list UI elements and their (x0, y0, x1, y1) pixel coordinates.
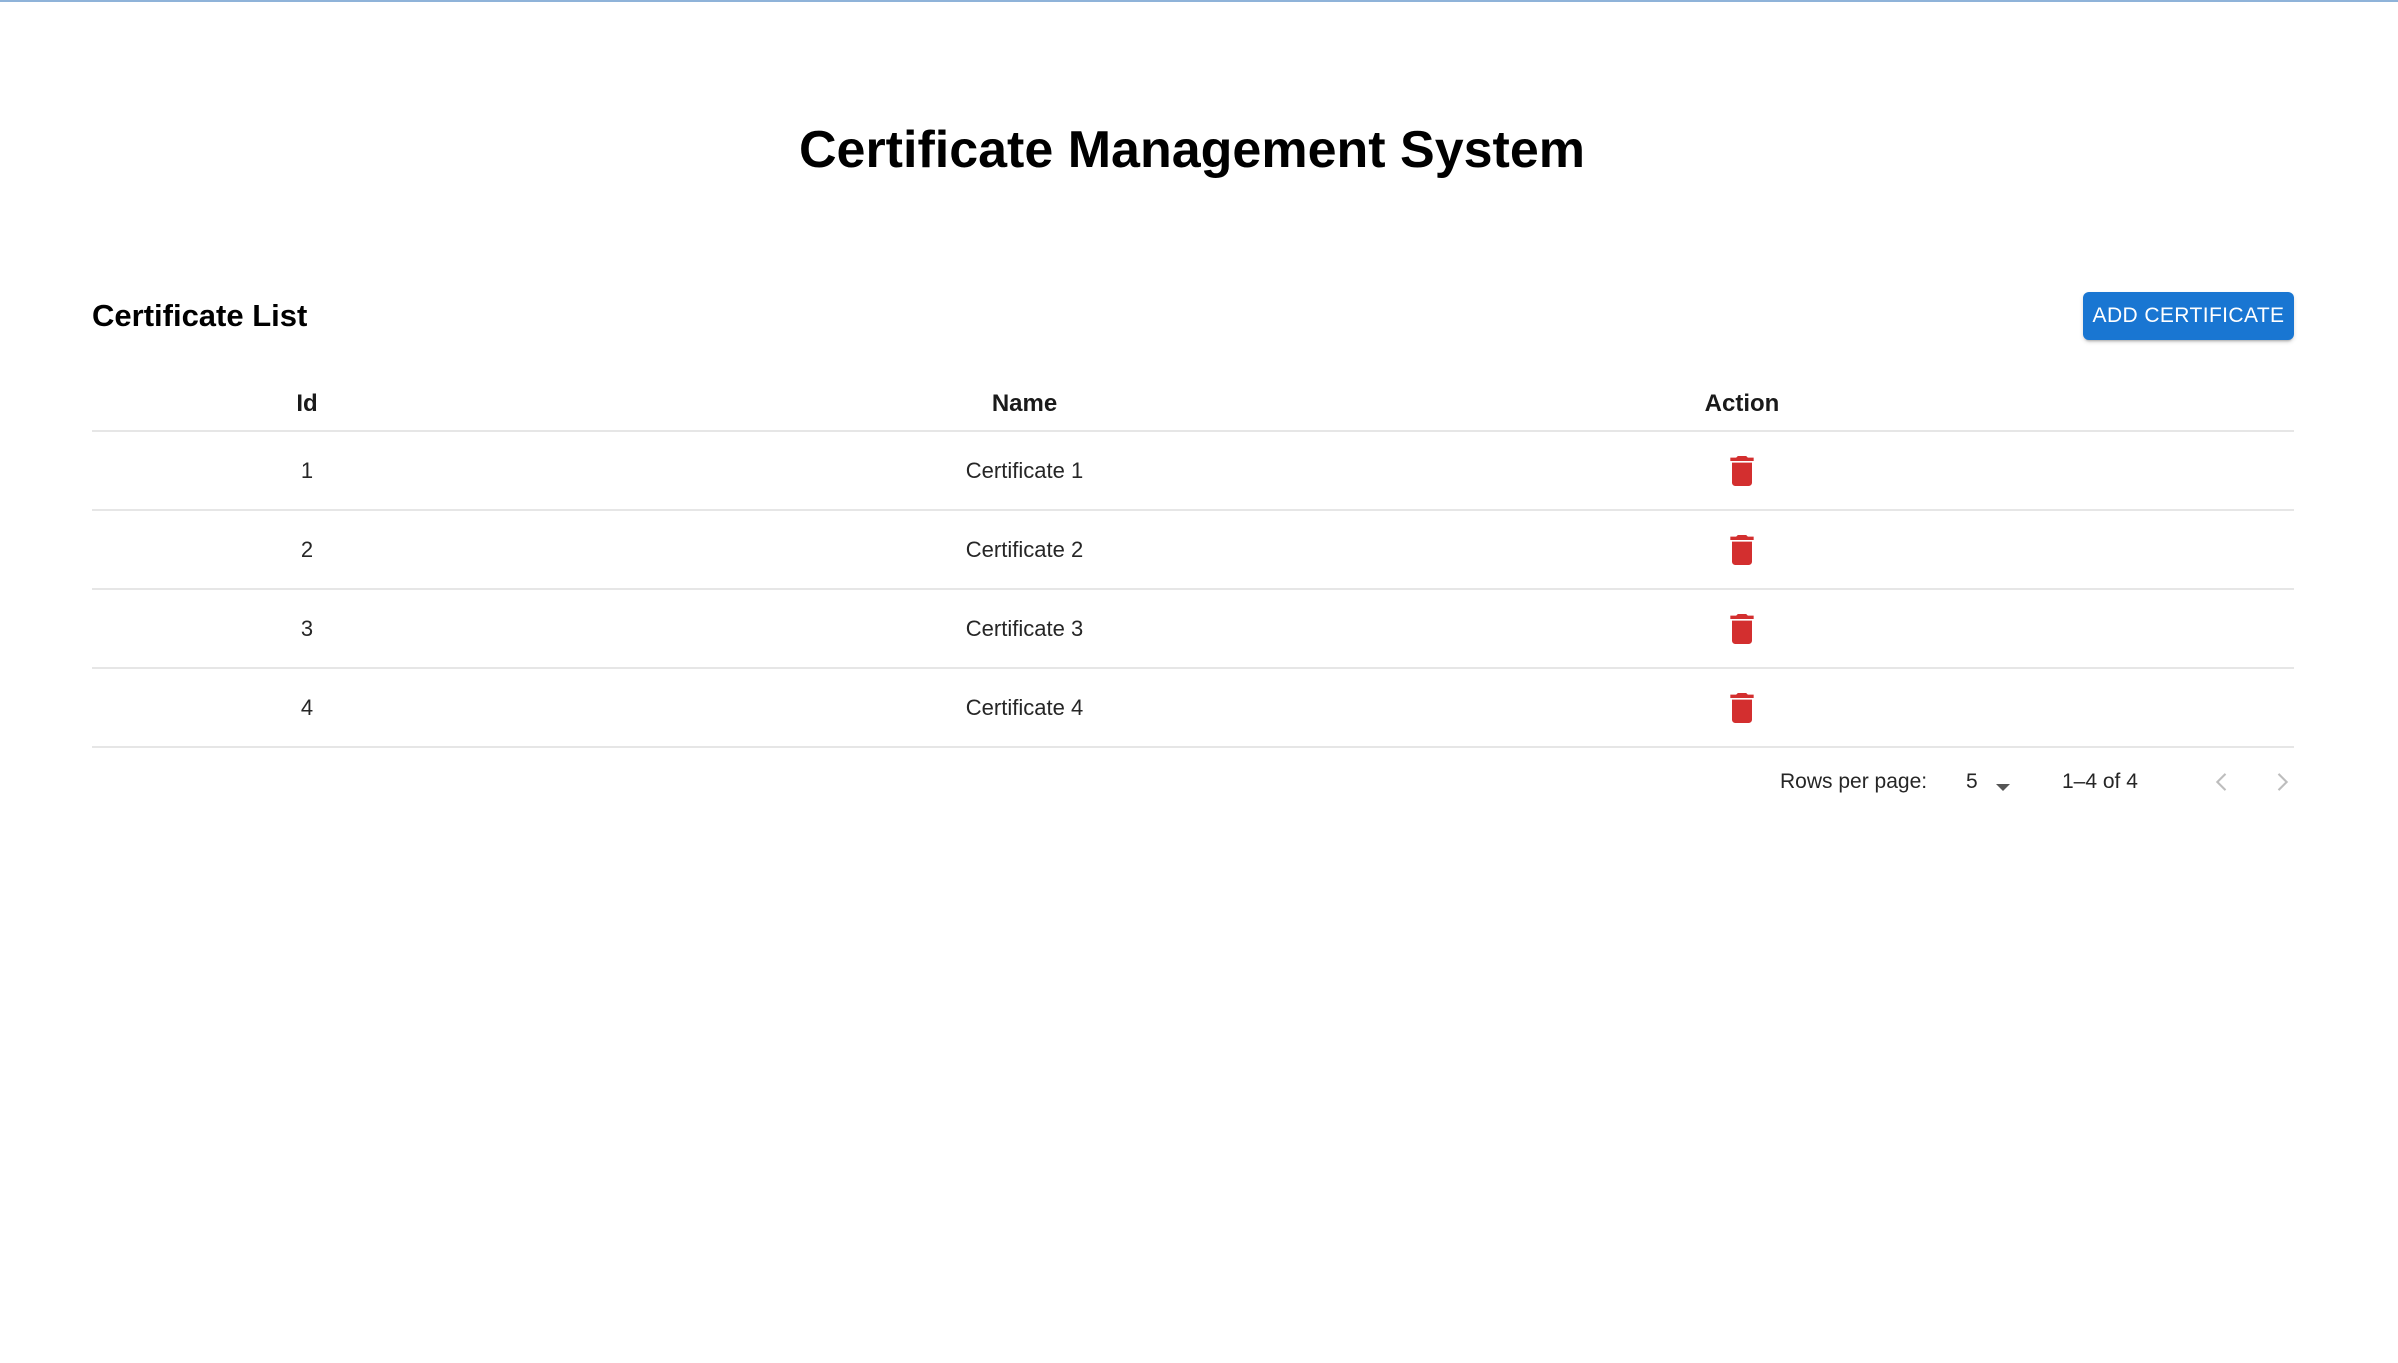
cell-spacer (1957, 510, 2294, 590)
delete-icon[interactable] (1722, 451, 1762, 491)
cell-spacer (1957, 431, 2294, 511)
page: Certificate Management System Certificat… (0, 0, 2398, 1363)
table-pagination: Rows per page: 5 1–4 of 4 (92, 758, 2294, 808)
cell-id: 3 (92, 589, 522, 669)
cell-action (1527, 668, 1957, 748)
page-title: Certificate Management System (798, 121, 1586, 179)
cell-name: Certificate 4 (522, 668, 1527, 748)
column-header-name: Name (522, 378, 1527, 432)
column-header-action: Action (1527, 378, 1957, 432)
column-header-id: Id (92, 378, 522, 432)
table-header-row: Id Name Action (92, 378, 2294, 432)
cell-spacer (1957, 668, 2294, 748)
rows-per-page-value: 5 (1966, 770, 1978, 793)
table-row: 1 Certificate 1 (92, 431, 2294, 511)
cell-id: 2 (92, 510, 522, 590)
previous-page-button[interactable] (2200, 760, 2244, 804)
cell-action (1527, 589, 1957, 669)
cell-name: Certificate 1 (522, 431, 1527, 511)
delete-icon[interactable] (1722, 688, 1762, 728)
delete-icon[interactable] (1722, 530, 1762, 570)
column-header-spacer (1957, 378, 2294, 432)
list-header: Certificate List ADD CERTIFICATE (92, 290, 2294, 340)
rows-per-page-select[interactable]: 5 (1966, 762, 2018, 802)
delete-icon[interactable] (1722, 609, 1762, 649)
chevron-left-icon (2200, 768, 2244, 796)
table-row: 3 Certificate 3 (92, 589, 2294, 669)
cell-id: 1 (92, 431, 522, 511)
chevron-right-icon (2260, 768, 2304, 796)
next-page-button[interactable] (2260, 760, 2304, 804)
caret-down-icon (1994, 776, 2012, 800)
pagination-range: 1–4 of 4 (2062, 770, 2138, 793)
certificate-table: Id Name Action 1 Certificate 1 2 Certifi… (92, 378, 2294, 748)
table-row: 2 Certificate 2 (92, 510, 2294, 590)
table-row: 4 Certificate 4 (92, 668, 2294, 748)
add-certificate-button[interactable]: ADD CERTIFICATE (2083, 292, 2294, 340)
certificate-list-section: Certificate List ADD CERTIFICATE Id Name… (92, 290, 2294, 793)
rows-per-page-label: Rows per page: (1780, 770, 1928, 793)
cell-action (1527, 431, 1957, 511)
cell-action (1527, 510, 1957, 590)
cell-name: Certificate 3 (522, 589, 1527, 669)
cell-id: 4 (92, 668, 522, 748)
list-title: Certificate List (92, 298, 308, 333)
cell-name: Certificate 2 (522, 510, 1527, 590)
cell-spacer (1957, 589, 2294, 669)
